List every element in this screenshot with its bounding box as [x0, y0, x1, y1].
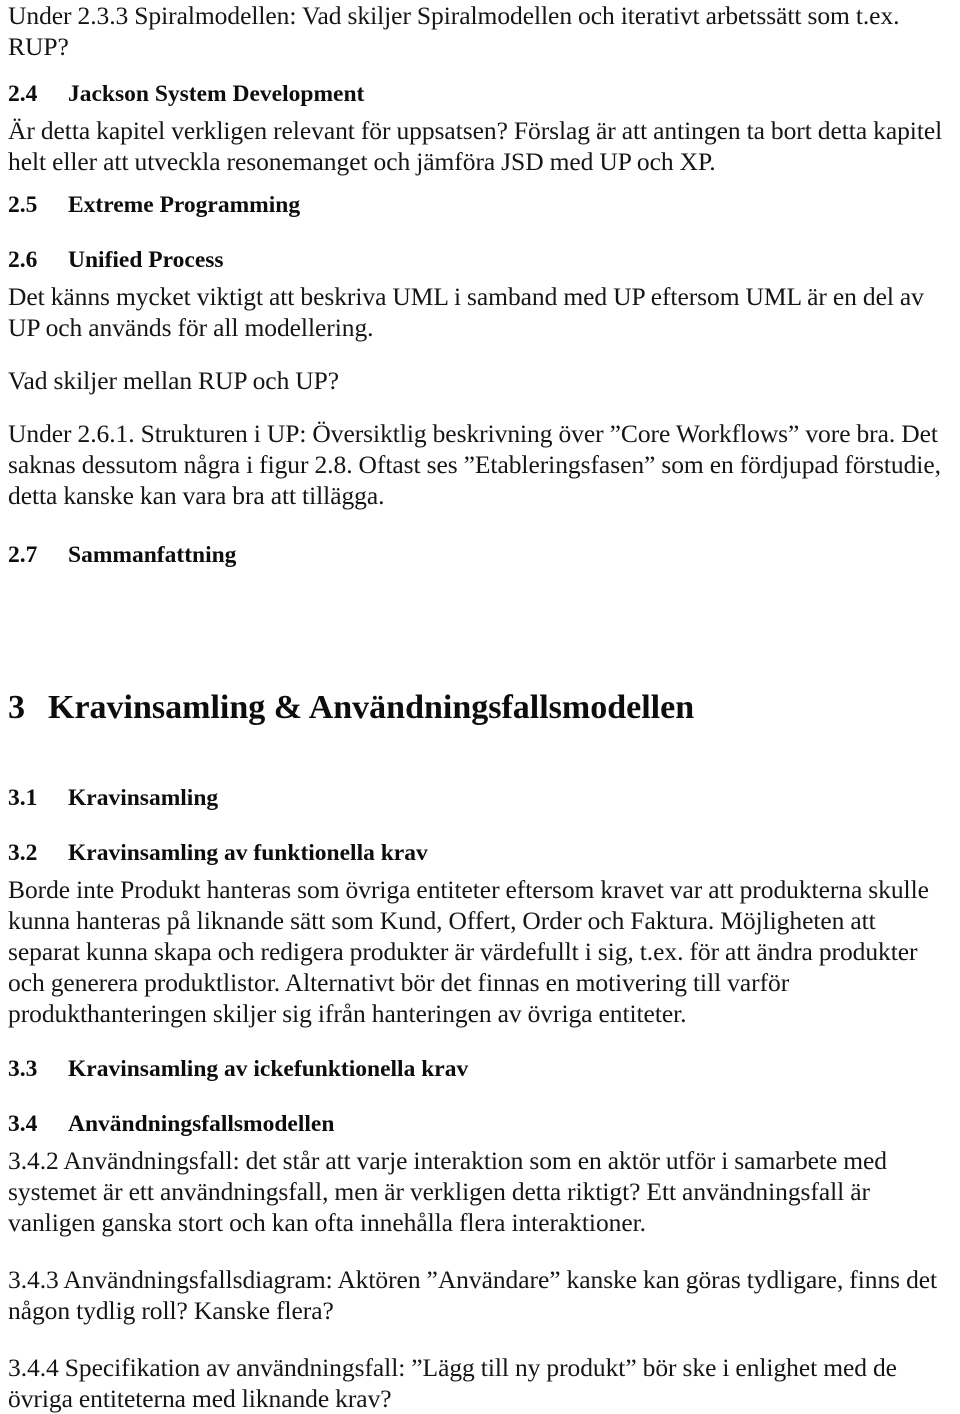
paragraph-2-4: Är detta kapitel verkligen relevant för …: [8, 116, 943, 176]
heading-3-2-title: Kravinsamling av funktionella krav: [68, 840, 428, 866]
heading-3-4: 3.4 Användningsfallsmodellen: [8, 1110, 948, 1139]
heading-2-7-title: Sammanfattning: [68, 542, 237, 568]
heading-2-4-title: Jackson System Development: [68, 81, 365, 107]
paragraph-3-4-4: 3.4.4 Specifikation av användningsfall: …: [8, 1353, 897, 1413]
heading-2-6-number: 2.6: [8, 247, 38, 273]
heading-2-4: 2.4 Jackson System Development: [8, 80, 948, 109]
heading-2-5-title: Extreme Programming: [68, 192, 301, 218]
paragraph-3-2: Borde inte Produkt hanteras som övriga e…: [8, 875, 929, 1028]
heading-3-2-number: 3.2: [8, 840, 38, 866]
heading-2-6-title: Unified Process: [68, 247, 224, 273]
paragraph-3-4-3: 3.4.3 Användningsfallsdiagram: Aktören ”…: [8, 1265, 938, 1325]
heading-3-4-title: Användningsfallsmodellen: [68, 1111, 335, 1137]
heading-3-4-number: 3.4: [8, 1111, 38, 1137]
heading-2-7-number: 2.7: [8, 542, 38, 568]
heading-3-1-title: Kravinsamling: [68, 785, 219, 811]
paragraph-2-6-1: Under 2.6.1. Strukturen i UP: Översiktli…: [8, 419, 941, 510]
paragraph-2-6: Det känns mycket viktigt att beskriva UM…: [8, 282, 924, 342]
heading-3-1: 3.1 Kravinsamling: [8, 784, 948, 813]
document-page: Under 2.3.3 Spiralmodellen: Vad skiljer …: [0, 0, 960, 1413]
heading-2-4-number: 2.4: [8, 81, 38, 107]
heading-chapter-3-number: 3: [8, 689, 25, 726]
heading-3-3-number: 3.3: [8, 1056, 38, 1082]
intro-note-paragraph: Under 2.3.3 Spiralmodellen: Vad skiljer …: [8, 1, 900, 61]
heading-3-2: 3.2 Kravinsamling av funktionella krav: [8, 839, 948, 868]
heading-2-5: 2.5 Extreme Programming: [8, 191, 948, 220]
heading-chapter-3: 3 Kravinsamling & Användningsfallsmodell…: [8, 688, 948, 728]
heading-2-6: 2.6 Unified Process: [8, 246, 948, 275]
paragraph-3-4-2: 3.4.2 Användningsfall: det står att varj…: [8, 1146, 887, 1237]
heading-3-3-title: Kravinsamling av ickefunktionella krav: [68, 1056, 469, 1082]
heading-chapter-3-title: Kravinsamling & Användningsfallsmodellen: [48, 689, 695, 726]
heading-3-1-number: 3.1: [8, 785, 38, 811]
heading-2-7: 2.7 Sammanfattning: [8, 541, 948, 570]
heading-3-3: 3.3 Kravinsamling av ickefunktionella kr…: [8, 1055, 948, 1084]
heading-2-5-number: 2.5: [8, 192, 38, 218]
question-rup-vs-up: Vad skiljer mellan RUP och UP?: [8, 366, 340, 395]
